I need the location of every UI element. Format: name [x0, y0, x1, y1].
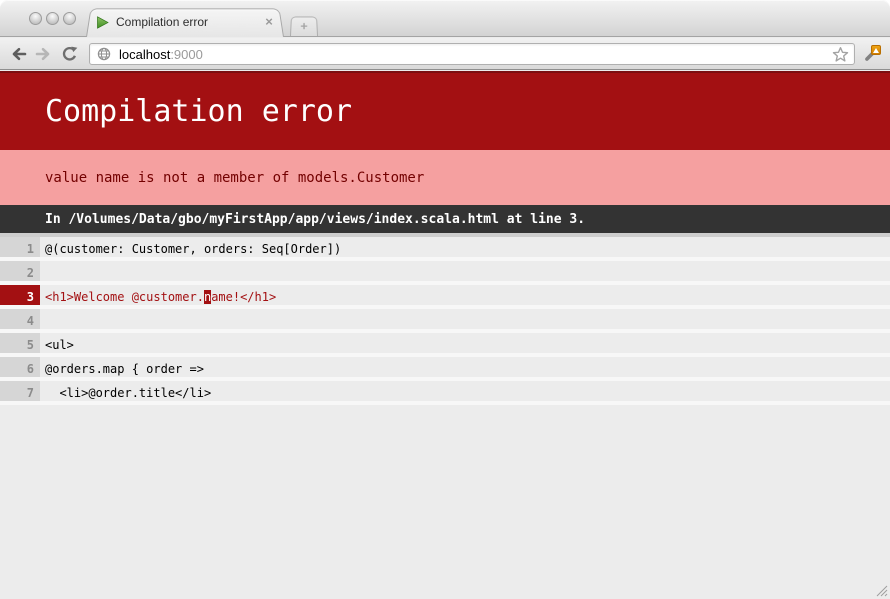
new-tab-button[interactable]: + — [290, 17, 318, 36]
tab-strip: Compilation error × + — [0, 0, 890, 37]
line-number: 3 — [0, 285, 40, 305]
reload-icon — [61, 46, 78, 63]
minimize-window-button[interactable] — [46, 12, 59, 25]
line-code: @(customer: Customer, orders: Seq[Order]… — [40, 237, 341, 257]
line-code — [40, 309, 45, 329]
zoom-window-button[interactable] — [63, 12, 76, 25]
line-number: 5 — [0, 333, 40, 353]
code-line-6: 6 @orders.map { order => — [0, 357, 890, 381]
code-line-5: 5 <ul> — [0, 333, 890, 357]
back-button[interactable] — [8, 45, 28, 63]
url-port: :9000 — [170, 47, 203, 62]
line-number: 1 — [0, 237, 40, 257]
line-code: <h1>Welcome @customer.name!</h1> — [40, 285, 276, 305]
line-number: 4 — [0, 309, 40, 329]
globe-icon — [97, 47, 111, 61]
settings-menu-button[interactable] — [860, 43, 884, 65]
forward-button[interactable] — [33, 45, 53, 63]
toolbar: localhost:9000 — [0, 38, 890, 70]
line-number: 7 — [0, 381, 40, 401]
reload-button[interactable] — [59, 45, 79, 63]
code-after-marker: ame!</h1> — [211, 290, 276, 304]
browser-window: Compilation error × + — [0, 0, 890, 599]
page-content: Compilation error value name is not a me… — [0, 71, 890, 599]
code-listing: 1 @(customer: Customer, orders: Seq[Orde… — [0, 233, 890, 405]
code-line-4: 4 — [0, 309, 890, 333]
code-before-marker: <h1>Welcome @customer. — [45, 290, 204, 304]
line-code: @orders.map { order => — [40, 357, 204, 377]
line-number: 2 — [0, 261, 40, 281]
close-window-button[interactable] — [29, 12, 42, 25]
line-number: 6 — [0, 357, 40, 377]
url-text[interactable]: localhost:9000 — [119, 47, 203, 62]
line-code — [40, 261, 45, 281]
code-line-7: 7 <li>@order.title</li> — [0, 381, 890, 405]
resize-grip[interactable] — [875, 584, 888, 597]
code-line-3-error: 3 <h1>Welcome @customer.name!</h1> — [0, 285, 890, 309]
tab-close-icon[interactable]: × — [260, 13, 278, 31]
code-line-1: 1 @(customer: Customer, orders: Seq[Orde… — [0, 237, 890, 261]
back-arrow-icon — [10, 47, 27, 61]
error-location: In /Volumes/Data/gbo/myFirstApp/app/view… — [0, 205, 890, 233]
update-badge-icon — [871, 45, 881, 55]
tab-title: Compilation error — [116, 15, 260, 29]
code-line-2: 2 — [0, 261, 890, 285]
play-framework-favicon-icon — [96, 16, 109, 29]
error-detail: value name is not a member of models.Cus… — [0, 150, 890, 205]
url-host: localhost — [119, 47, 170, 62]
forward-arrow-icon — [35, 47, 52, 61]
line-code: <li>@order.title</li> — [40, 381, 211, 401]
line-code: <ul> — [40, 333, 74, 353]
page-title: Compilation error — [0, 71, 890, 150]
active-tab-content[interactable]: Compilation error × — [86, 7, 284, 37]
bookmark-star-icon[interactable] — [832, 46, 849, 63]
url-field[interactable]: localhost:9000 — [89, 43, 855, 65]
